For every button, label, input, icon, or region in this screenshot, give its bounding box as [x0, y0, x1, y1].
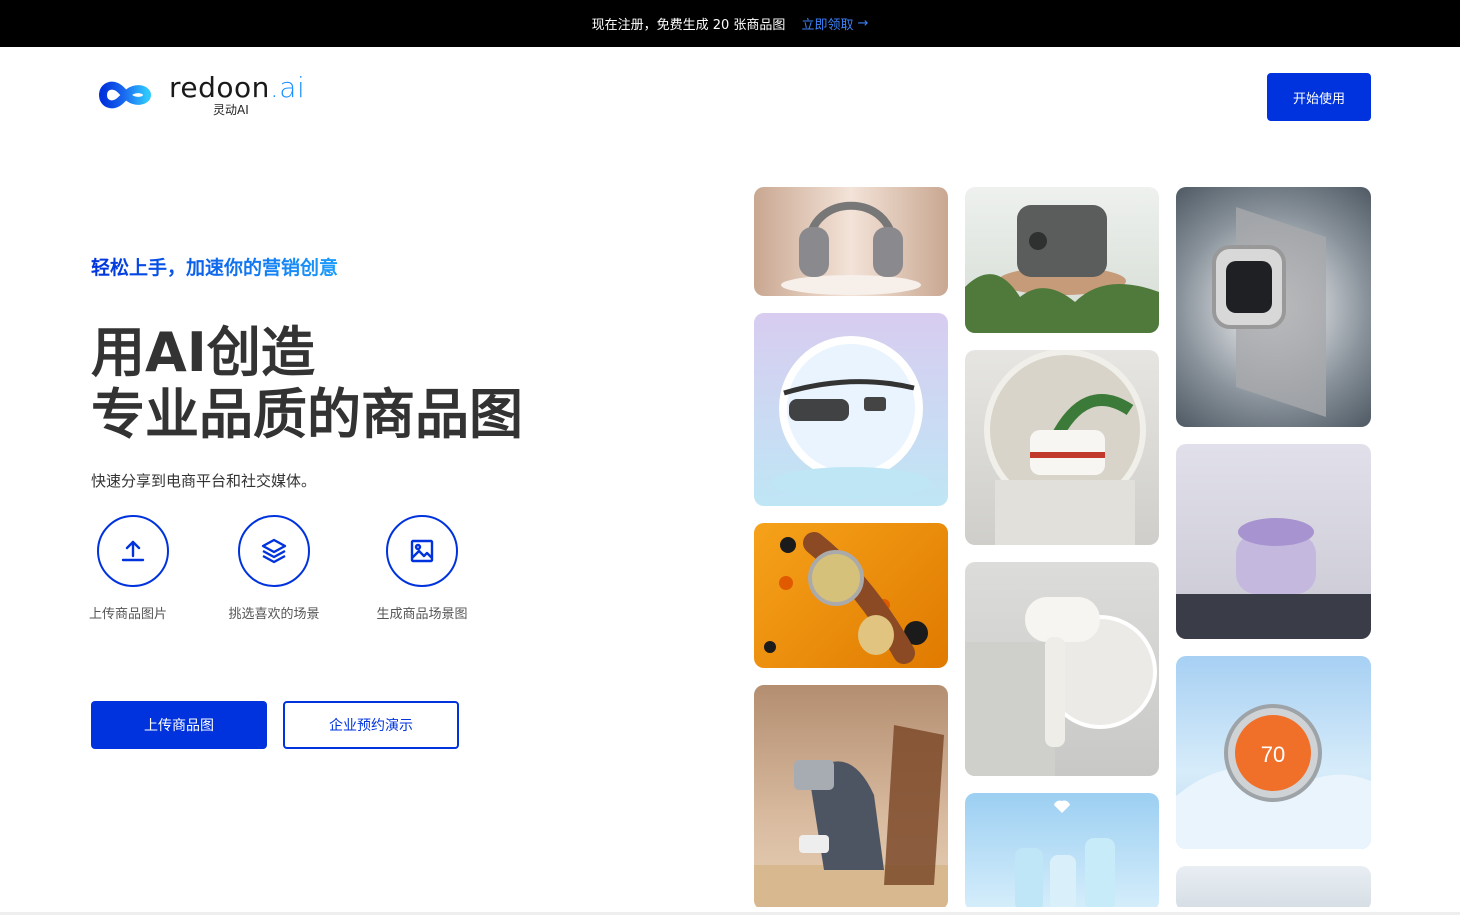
- leather-watch-image: [754, 523, 948, 668]
- brand-subtitle: 灵动AI: [213, 103, 249, 117]
- hero-description: 快速分享到电商平台和社交媒体。: [91, 472, 317, 490]
- tumbler-set-image: [965, 793, 1159, 907]
- book-demo-button[interactable]: 企业预约演示: [283, 701, 459, 749]
- step-upload-label: 上传商品图片: [88, 607, 167, 622]
- upload-product-button[interactable]: 上传商品图: [91, 701, 267, 749]
- rice-cooker-image: [965, 187, 1159, 333]
- step-generate-label: 生成商品场景图: [376, 607, 468, 622]
- step-select-circle: [238, 515, 310, 587]
- arrow-right-icon: →: [857, 16, 869, 31]
- infinity-logo-icon: [98, 81, 152, 109]
- svg-text:70: 70: [1261, 742, 1285, 767]
- start-using-button[interactable]: 开始使用: [1267, 73, 1371, 121]
- layers-icon: [261, 538, 287, 564]
- white-pot-image: [965, 350, 1159, 545]
- promo-link-label: 立即领取: [801, 18, 854, 33]
- brand-name: redoon.ai: [169, 71, 306, 104]
- step-generate: 生成商品场景图: [377, 515, 468, 622]
- thermostat-image: 70: [1176, 656, 1371, 849]
- upload-icon: [121, 540, 145, 562]
- smart-glasses-image: [754, 313, 948, 506]
- step-upload-circle: [97, 515, 169, 587]
- product-gallery: 70: [754, 187, 1371, 907]
- headline-line-2: 专业品质的商品图: [91, 383, 523, 446]
- partial-product-image: [1176, 866, 1371, 907]
- promo-message: 现在注册，免费生成 20 张商品图: [591, 18, 786, 33]
- hero-tagline: 轻松上手，加速你的营销创意: [91, 254, 361, 282]
- headline-line-1: 用AI创造: [91, 321, 315, 384]
- step-upload: 上传商品图片: [89, 515, 169, 622]
- image-icon: [410, 539, 434, 563]
- headphones-image: [754, 187, 948, 296]
- logo[interactable]: redoon.ai 灵动AI: [91, 72, 305, 118]
- step-select-label: 挑选喜欢的场景: [228, 607, 320, 622]
- smartwatch-image: [1176, 187, 1371, 427]
- promo-claim-link[interactable]: 立即领取 →: [801, 14, 868, 33]
- step-generate-circle: [386, 515, 458, 587]
- hero-headline: 用AI创造 专业品质的商品图: [91, 322, 523, 446]
- hair-dryer-image: [965, 562, 1159, 776]
- earbuds-image: [1176, 444, 1371, 639]
- coffee-machine-image: [754, 685, 948, 907]
- promo-bar: 现在注册，免费生成 20 张商品图 立即领取 →: [0, 0, 1460, 47]
- step-select-scene: 挑选喜欢的场景: [229, 515, 320, 622]
